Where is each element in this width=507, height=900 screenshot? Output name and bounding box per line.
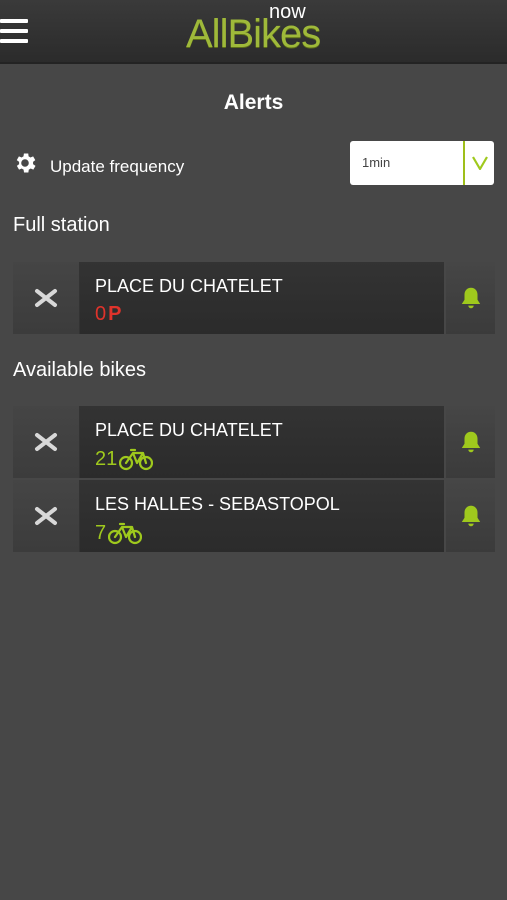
section-title-full-station: Full station <box>13 214 110 236</box>
chevron-down-icon[interactable] <box>465 141 494 185</box>
bell-icon <box>461 287 480 309</box>
bike-icon <box>119 448 154 471</box>
available-bikes-count: 7 <box>95 521 107 544</box>
station-name: PLACE DU CHATELET <box>95 276 283 296</box>
close-icon <box>35 289 57 307</box>
delete-alert-button[interactable] <box>13 406 80 478</box>
station-info[interactable]: LES HALLES - SEBASTOPOL 7 <box>80 480 444 552</box>
bell-icon <box>461 505 480 527</box>
page-title: Alerts <box>223 91 284 114</box>
close-icon <box>35 433 57 451</box>
menu-icon[interactable] <box>0 19 30 43</box>
bell-icon <box>461 431 480 453</box>
app-logo: AllBikes now <box>186 2 326 58</box>
parking-icon: P <box>108 303 122 325</box>
bell-alert-button[interactable] <box>446 480 495 552</box>
station-info[interactable]: PLACE DU CHATELET 0 P <box>80 262 444 334</box>
update-frequency-row: Update frequency 1min <box>12 141 495 188</box>
station-info[interactable]: PLACE DU CHATELET 21 <box>80 406 444 478</box>
section-title-available-bikes: Available bikes <box>13 359 147 381</box>
bike-icon <box>108 522 143 545</box>
station-value: 7 <box>95 521 143 545</box>
alert-row: PLACE DU CHATELET 21 <box>13 406 495 478</box>
alert-row: PLACE DU CHATELET 0 P <box>13 262 495 334</box>
available-bikes-count: 21 <box>95 447 118 470</box>
bell-alert-button[interactable] <box>446 406 495 478</box>
gear-icon <box>12 150 38 176</box>
update-frequency-select[interactable]: 1min <box>350 141 494 185</box>
station-name: LES HALLES - SEBASTOPOL <box>95 494 340 514</box>
station-value: 21 <box>95 447 154 471</box>
alert-row: LES HALLES - SEBASTOPOL 7 <box>13 480 495 552</box>
delete-alert-button[interactable] <box>13 262 80 334</box>
station-value: 0 P <box>95 303 121 326</box>
app-header: AllBikes now <box>0 0 507 64</box>
update-frequency-value: 1min <box>362 155 391 170</box>
station-name: PLACE DU CHATELET <box>95 420 283 440</box>
logo-superscript: now <box>269 1 306 23</box>
delete-alert-button[interactable] <box>13 480 80 552</box>
free-docks-count: 0 <box>95 303 107 325</box>
bell-alert-button[interactable] <box>446 262 495 334</box>
update-frequency-label: Update frequency <box>50 157 185 176</box>
close-icon <box>35 507 57 525</box>
